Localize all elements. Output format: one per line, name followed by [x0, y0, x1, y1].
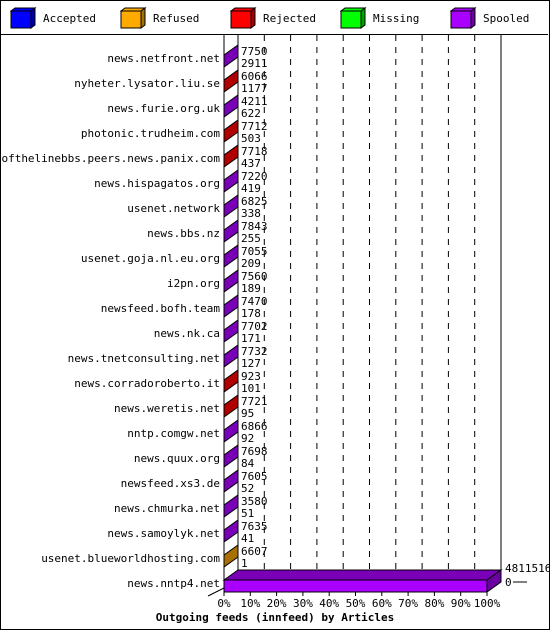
- value-label-bottom: 2911: [241, 57, 268, 70]
- value-label-bottom: 189: [241, 282, 261, 295]
- chart-title: Outgoing feeds (innfeed) by Articles: [156, 611, 394, 624]
- x-tick-label: 10%: [240, 597, 260, 610]
- value-label-bottom: 338: [241, 207, 261, 220]
- category-label: news.netfront.net: [107, 52, 220, 65]
- bar-top: [222, 569, 503, 581]
- value-label-bottom: 51: [241, 507, 254, 520]
- bar-side: [223, 69, 239, 93]
- x-tick-label: 60%: [372, 597, 392, 610]
- category-label: usenet.blueworldhosting.com: [41, 552, 220, 565]
- x-tick-label: 30%: [293, 597, 313, 610]
- value-label-bottom: 41: [241, 532, 254, 545]
- value-label-bottom: 1177: [241, 82, 268, 95]
- bar-side: [223, 344, 239, 368]
- category-label: photonic.trudheim.com: [81, 127, 220, 140]
- bar-side: [223, 444, 239, 468]
- category-label: i2pn.org: [167, 277, 220, 290]
- bar-side: [223, 44, 239, 68]
- bar-side: [223, 119, 239, 143]
- value-label-bottom: 503: [241, 132, 261, 145]
- category-label: news.tnetconsulting.net: [68, 352, 220, 365]
- x-tick-label: 40%: [319, 597, 339, 610]
- category-label: news.corradoroberto.it: [74, 377, 220, 390]
- category-label: nyheter.lysator.liu.se: [74, 77, 220, 90]
- category-label: news.quux.org: [134, 452, 220, 465]
- x-tick-label: 20%: [267, 597, 287, 610]
- category-label: news.samoylyk.net: [107, 527, 220, 540]
- x-tick-label: 0%: [217, 597, 231, 610]
- value-label-bottom: 178: [241, 307, 261, 320]
- value-label-bottom: 622: [241, 107, 261, 120]
- category-label: news.bbs.nz: [147, 227, 220, 240]
- bar-side: [223, 269, 239, 293]
- bar-side: [223, 494, 239, 518]
- x-tick-label: 100%: [474, 597, 501, 610]
- category-label: news.nk.ca: [154, 327, 220, 340]
- value-label-bottom: 127: [241, 357, 261, 370]
- category-label: usenet.network: [127, 202, 220, 215]
- category-label: news.furie.org.uk: [107, 102, 220, 115]
- value-label-bottom: 437: [241, 157, 261, 170]
- x-tick-label: 50%: [346, 597, 366, 610]
- bar-front: [223, 579, 488, 593]
- category-label: news.nntp4.net: [127, 577, 220, 590]
- category-label: news.hispagatos.org: [94, 177, 220, 190]
- value-label-bottom: 0: [505, 576, 512, 589]
- value-label-bottom: 171: [241, 332, 261, 345]
- bar-side: [223, 369, 239, 393]
- value-label-bottom: 52: [241, 482, 254, 495]
- category-label: news.chmurka.net: [114, 502, 220, 515]
- value-label-bottom: 419: [241, 182, 261, 195]
- bar-side: [223, 394, 239, 418]
- value-label-bottom: 1: [241, 557, 248, 570]
- bar-side: [223, 419, 239, 443]
- bar-side: [223, 244, 239, 268]
- bar-side: [223, 194, 239, 218]
- value-label-bottom: 209: [241, 257, 261, 270]
- bar-chart: 0% 10% 20% 30% 40% 50% 60% 70% 80% 90% 100% news.ne…: [0, 35, 550, 624]
- bar-side: [223, 544, 239, 568]
- bar-side: [223, 94, 239, 118]
- value-label-bottom: 92: [241, 432, 254, 445]
- category-label: nntp.comgw.net: [127, 427, 220, 440]
- category-label: newsfeed.bofh.team: [101, 302, 221, 315]
- x-tick-label: 80%: [424, 597, 444, 610]
- value-label-top: 4811516: [505, 562, 550, 575]
- value-label-bottom: 84: [241, 457, 255, 470]
- value-label-bottom: 101: [241, 382, 261, 395]
- category-label: news.weretis.net: [114, 402, 220, 415]
- value-label-bottom: 255: [241, 232, 261, 245]
- bar-side: [223, 219, 239, 243]
- bar-side: [223, 144, 239, 168]
- bar-side: [223, 169, 239, 193]
- bar-side: [223, 519, 239, 543]
- x-tick-label: 70%: [398, 597, 418, 610]
- category-label: newsfeed.xs3.de: [121, 477, 220, 490]
- bar-side: [223, 469, 239, 493]
- category-label: endofthelinebbs.peers.news.panix.com: [0, 152, 220, 165]
- bar-side: [223, 319, 239, 343]
- value-label-bottom: 95: [241, 407, 254, 420]
- x-tick-label: 90%: [451, 597, 471, 610]
- category-label: usenet.goja.nl.eu.org: [81, 252, 220, 265]
- bar-side: [223, 294, 239, 318]
